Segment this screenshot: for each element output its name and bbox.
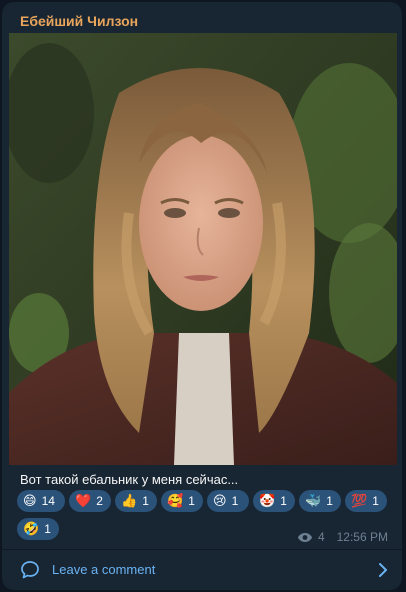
eye-icon	[297, 532, 313, 543]
leave-comment-button[interactable]: Leave a comment	[2, 550, 402, 590]
reaction-chip[interactable]: 🤡 1	[253, 490, 295, 512]
reaction-chip[interactable]: 😄 14	[17, 490, 65, 512]
reaction-count: 1	[142, 494, 149, 508]
reaction-chip[interactable]: 😢 1	[207, 490, 249, 512]
chevron-right-icon	[378, 562, 388, 583]
reaction-chip[interactable]: ❤️ 2	[69, 490, 111, 512]
reaction-count: 1	[372, 494, 379, 508]
reaction-count: 1	[44, 522, 51, 536]
reaction-count: 1	[188, 494, 195, 508]
hundred-points-icon: 💯	[351, 493, 368, 509]
leave-comment-label: Leave a comment	[52, 562, 156, 577]
grinning-face-icon: 😄	[23, 493, 37, 509]
rolling-laughing-face-icon: 🤣	[23, 521, 40, 537]
post-photo[interactable]	[9, 33, 397, 465]
reaction-chip[interactable]: 💯 1	[345, 490, 387, 512]
post-card: Ебейший Чилзон Вот такой ебальник у меня…	[2, 2, 402, 590]
channel-name[interactable]: Ебейший Чилзон	[20, 13, 138, 29]
reaction-chip[interactable]: 👍 1	[115, 490, 157, 512]
smiling-face-with-hearts-icon: 🥰	[167, 493, 184, 509]
heart-icon: ❤️	[75, 493, 92, 509]
comment-bubble-icon	[20, 560, 40, 585]
whale-icon: 🐳	[305, 493, 322, 509]
reaction-chip[interactable]: 🐳 1	[299, 490, 341, 512]
thumbs-up-icon: 👍	[121, 493, 138, 509]
reaction-count: 1	[280, 494, 287, 508]
reaction-chip[interactable]: 🥰 1	[161, 490, 203, 512]
post-time: 12:56 PM	[336, 530, 388, 544]
clown-face-icon: 🤡	[259, 493, 276, 509]
reaction-count: 14	[41, 494, 55, 508]
reaction-chip[interactable]: 🤣 1	[17, 518, 59, 540]
reaction-count: 1	[326, 494, 333, 508]
post-meta: 4 12:56 PM	[297, 530, 388, 544]
view-count: 4	[317, 530, 325, 544]
reaction-count: 2	[96, 494, 103, 508]
crying-face-icon: 😢	[213, 493, 227, 509]
portrait-image	[9, 33, 397, 465]
reaction-count: 1	[231, 494, 239, 508]
post-caption: Вот такой ебальник у меня сейчас...	[20, 472, 239, 487]
